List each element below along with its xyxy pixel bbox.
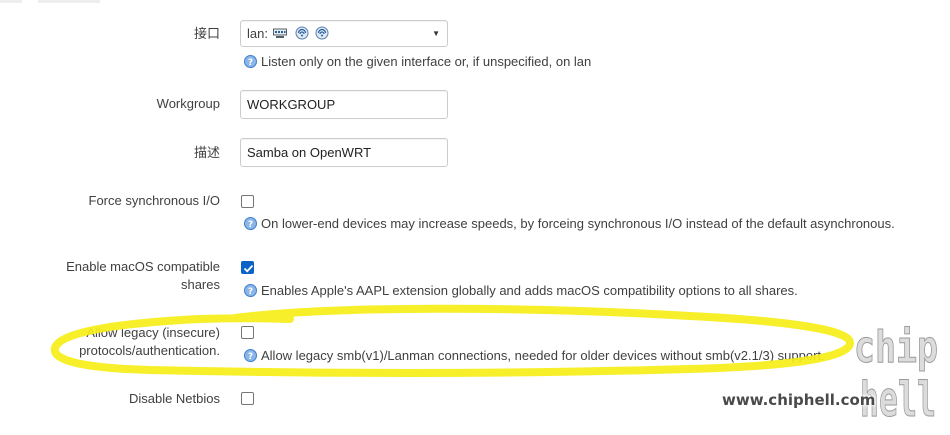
top-divider	[0, 0, 950, 3]
legacy-label-line2: protocols/authentication.	[79, 343, 220, 358]
svg-text:?: ?	[248, 352, 253, 362]
ethernet-switch-icon	[273, 28, 287, 38]
svg-text:?: ?	[248, 287, 253, 297]
legacy-label-line1: Allow legacy (insecure)	[86, 325, 220, 340]
description-input[interactable]	[240, 138, 448, 167]
interface-label: 接口	[193, 26, 220, 41]
macos-label-line1: Enable macOS compatible	[66, 259, 220, 274]
legacy-checkbox[interactable]	[241, 326, 254, 339]
chiphell-logo: chip hell	[854, 322, 939, 429]
description-label: 描述	[193, 145, 220, 160]
help-circle-icon: ?	[244, 349, 257, 362]
netbios-checkbox[interactable]	[241, 392, 254, 405]
svg-text:?: ?	[248, 220, 253, 230]
interface-help-text: Listen only on the given interface or, i…	[261, 54, 592, 69]
macos-help: ? Enables Apple's AAPL extension globally…	[244, 283, 798, 299]
macos-checkbox[interactable]	[241, 261, 254, 274]
macos-help-text: Enables Apple's AAPL extension globally …	[261, 283, 798, 298]
force-sync-label: Force synchronous I/O	[88, 193, 221, 208]
force-sync-help-text: On lower-end devices may increase speeds…	[261, 216, 895, 231]
wifi-icon	[315, 26, 329, 40]
checkmark-icon	[243, 264, 254, 273]
help-circle-icon: ?	[244, 217, 257, 230]
interface-select[interactable]: lan: ▼	[240, 20, 448, 47]
netbios-label: Disable Netbios	[128, 391, 220, 406]
legacy-label: Allow legacy (insecure) protocols/authen…	[20, 324, 220, 360]
workgroup-input[interactable]	[240, 90, 448, 119]
force-sync-checkbox[interactable]	[241, 195, 254, 208]
logo-top-text: chip	[854, 322, 938, 373]
caret-down-icon: ▼	[432, 29, 440, 38]
legacy-help: ? Allow legacy smb(v1)/Lanman connections…	[244, 348, 825, 364]
legacy-help-text: Allow legacy smb(v1)/Lanman connections,…	[261, 348, 825, 363]
interface-selected-value: lan:	[247, 26, 268, 41]
macos-label-line2: shares	[180, 277, 220, 292]
interface-help: ? Listen only on the given interface or, …	[244, 54, 591, 70]
help-circle-icon: ?	[244, 55, 257, 68]
force-sync-help: ? On lower-end devices may increase speed…	[244, 216, 895, 232]
help-circle-icon: ?	[244, 284, 257, 297]
macos-label: Enable macOS compatible shares	[20, 258, 220, 294]
watermark-site: www.chiphell.com	[722, 391, 876, 409]
svg-text:?: ?	[248, 58, 253, 68]
wifi-icon	[295, 26, 309, 40]
workgroup-label: Workgroup	[156, 96, 220, 111]
